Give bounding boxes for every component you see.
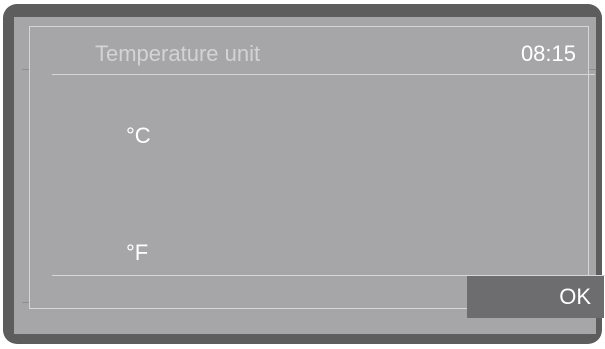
page-title: Temperature unit: [95, 41, 261, 66]
clock-display: 08:15: [520, 41, 576, 66]
option-celsius[interactable]: °C: [126, 123, 151, 149]
display-screen: Temperature unit 08:15 °C °F OK: [14, 17, 605, 334]
frame-tick: [22, 302, 29, 303]
option-fahrenheit[interactable]: °F: [126, 240, 148, 266]
frame-tick: [22, 69, 29, 70]
settings-panel: Temperature unit 08:15 °C °F OK: [29, 26, 605, 318]
frame-tick: [589, 69, 596, 70]
device-bezel: Temperature unit 08:15 °C °F OK: [3, 4, 605, 344]
ok-button[interactable]: OK: [467, 276, 604, 318]
header-divider: [52, 74, 595, 75]
